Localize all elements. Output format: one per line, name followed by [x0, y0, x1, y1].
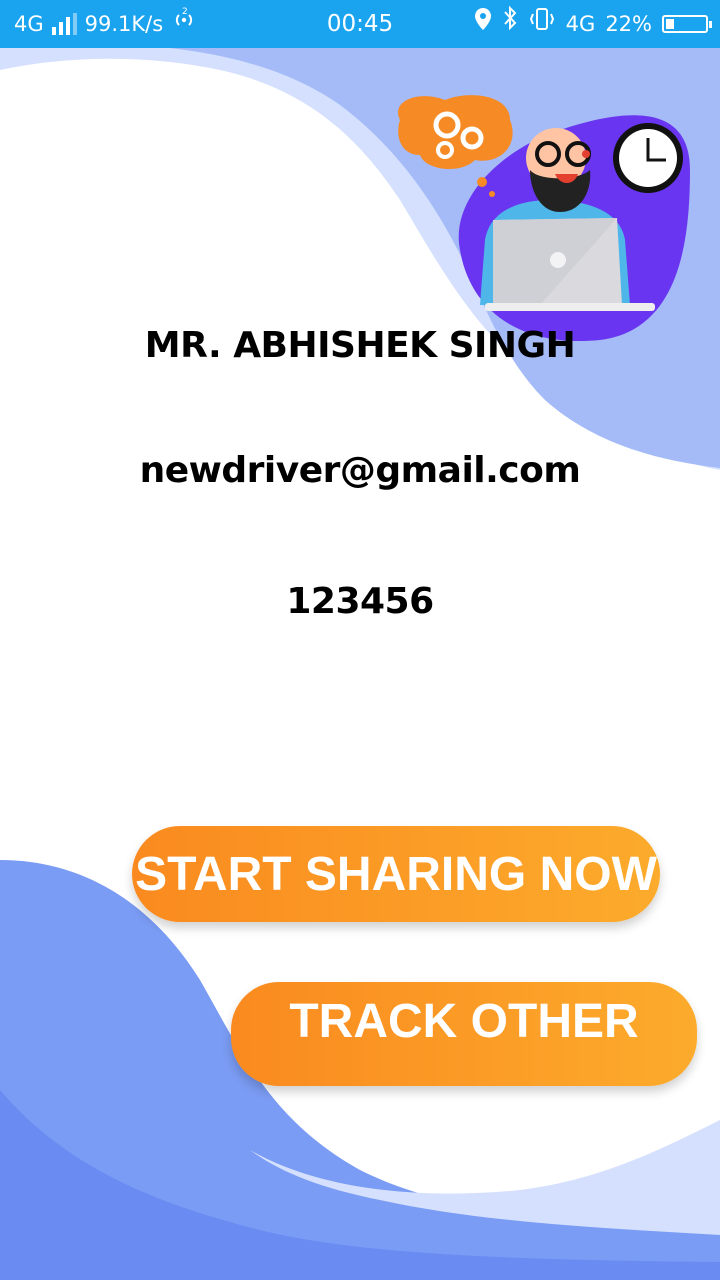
vibrate-icon — [528, 0, 556, 48]
clock-icon — [613, 123, 683, 193]
network-type-right: 4G — [565, 12, 596, 36]
battery-icon — [662, 15, 712, 33]
profile-name: MR. ABHISHEK SINGH — [144, 325, 576, 366]
start-sharing-button[interactable]: START SHARING NOW — [132, 826, 660, 922]
bluetooth-icon — [502, 0, 518, 48]
status-bar: 4G 99.1K/s 2 00:45 4G 22% — [0, 0, 720, 48]
track-other-button[interactable]: TRACK OTHER — [231, 982, 697, 1086]
status-right: 4G 22% — [474, 0, 712, 48]
location-icon — [474, 0, 492, 48]
man-with-laptop-illustration — [398, 95, 690, 342]
profile-email: newdriver@gmail.com — [139, 450, 581, 491]
profile-code: 123456 — [286, 581, 434, 622]
battery-percent: 22% — [605, 12, 652, 36]
